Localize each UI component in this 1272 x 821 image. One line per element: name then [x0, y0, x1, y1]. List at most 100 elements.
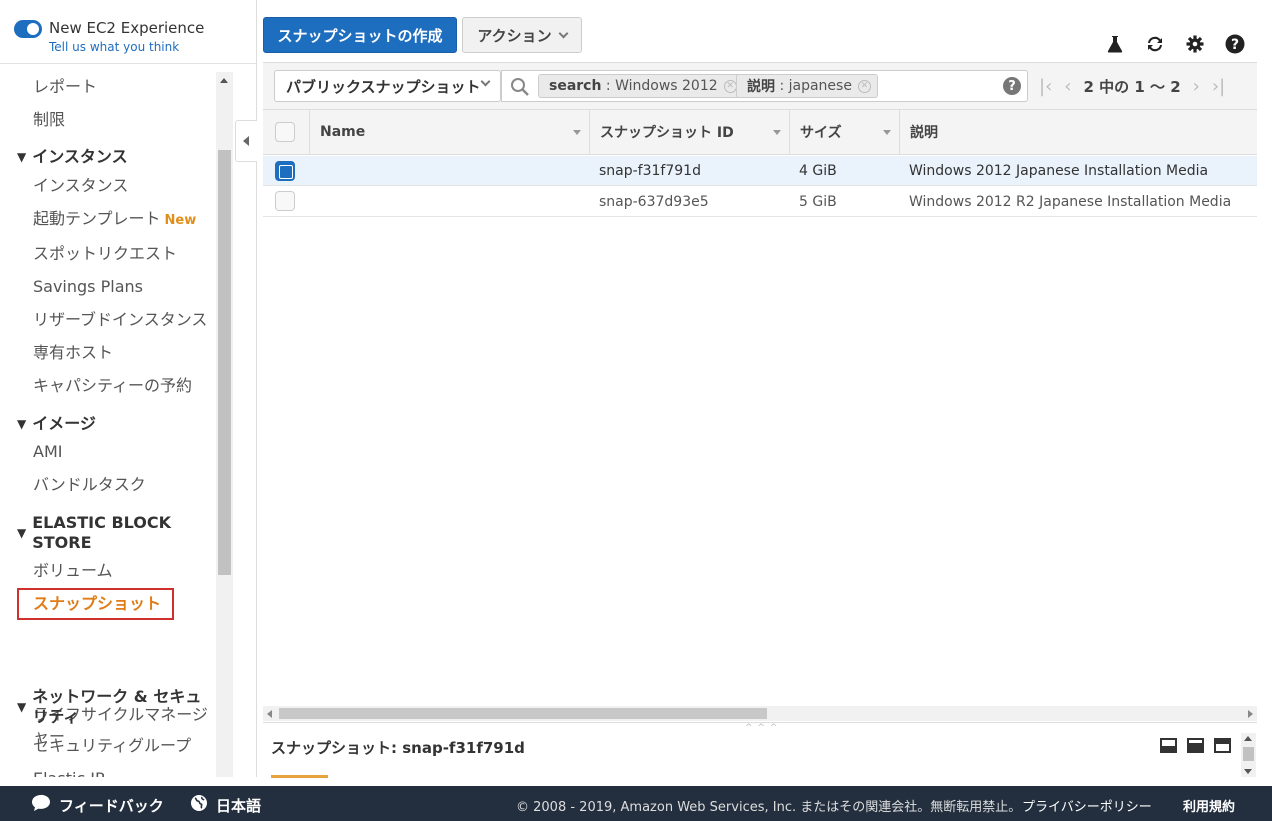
caret-down-icon: ▼ — [17, 700, 27, 714]
feedback-button[interactable]: フィードバック — [31, 794, 164, 816]
column-label: サイズ — [800, 125, 842, 141]
table-horizontal-scrollbar[interactable] — [263, 706, 1257, 721]
sidebar-item-label: 起動テンプレート — [33, 209, 161, 228]
scroll-down-icon[interactable] — [1244, 769, 1252, 774]
actions-label: アクション — [477, 26, 552, 45]
caret-down-icon: ▼ — [17, 526, 27, 540]
sidebar-item-launch-templates[interactable]: 起動テンプレート New — [33, 208, 196, 232]
feedback-label: フィードバック — [59, 796, 164, 815]
search-input[interactable]: search : Windows 2012 ✕ 説明 : japanese ✕ ? — [501, 70, 1028, 102]
sidebar-section-ebs[interactable]: ▼ ELASTIC BLOCK STORE — [17, 513, 202, 553]
column-header-snapshot-id[interactable]: スナップショット ID — [589, 110, 789, 154]
actions-dropdown-button[interactable]: アクション — [462, 17, 582, 53]
column-header-description[interactable]: 説明 — [899, 110, 1257, 154]
table-row[interactable]: snap-637d93e5 5 GiB Windows 2012 R2 Japa… — [263, 187, 1257, 217]
filter-bar: パブリックスナップショット search : Windows 2012 ✕ 説明 … — [263, 63, 1257, 109]
last-page-icon[interactable]: ›| — [1212, 76, 1225, 97]
new-experience-toggle[interactable] — [14, 20, 42, 38]
section-label: ELASTIC BLOCK STORE — [32, 513, 172, 552]
gear-icon[interactable] — [1184, 33, 1206, 55]
detail-vertical-scrollbar[interactable] — [1241, 733, 1256, 777]
token-value: Windows 2012 — [615, 78, 718, 94]
search-help-icon[interactable]: ? — [1003, 77, 1021, 95]
column-header-size[interactable]: サイズ — [789, 110, 899, 154]
flask-icon[interactable] — [1104, 33, 1126, 55]
sidebar-section-instances[interactable]: ▼ インスタンス — [17, 147, 128, 167]
language-selector[interactable]: 日本語 — [190, 794, 261, 816]
sidebar-item-reserved-instances[interactable]: リザーブドインスタンス — [33, 309, 207, 331]
first-page-icon[interactable]: |‹ — [1039, 76, 1052, 97]
globe-icon — [190, 794, 208, 816]
cell-size: 5 GiB — [799, 194, 837, 210]
feedback-link[interactable]: Tell us what you think — [49, 40, 204, 54]
sort-caret-icon — [883, 130, 891, 135]
scroll-right-icon[interactable] — [1248, 710, 1253, 718]
privacy-policy-link[interactable]: プライバシーポリシー — [1022, 796, 1152, 815]
layout-full-icon[interactable] — [1214, 738, 1231, 753]
horizontal-scroll-thumb[interactable] — [279, 708, 767, 719]
panel-layout-controls — [1160, 738, 1231, 753]
next-page-icon[interactable]: › — [1193, 76, 1200, 97]
collapse-sidebar-button[interactable] — [235, 120, 257, 162]
column-label: Name — [320, 124, 366, 140]
detail-title: スナップショット: snap-f31f791d — [271, 739, 525, 757]
sidebar: New EC2 Experience Tell us what you thin… — [0, 0, 257, 777]
sidebar-item-spot-requests[interactable]: スポットリクエスト — [33, 243, 177, 265]
new-badge: New — [164, 213, 197, 228]
column-label: スナップショット ID — [600, 125, 734, 141]
scroll-up-icon[interactable] — [1244, 736, 1252, 741]
sidebar-item-savings-plans[interactable]: Savings Plans — [33, 276, 143, 298]
sidebar-item-instances[interactable]: インスタンス — [33, 175, 128, 197]
sidebar-item-reports[interactable]: レポート — [33, 76, 97, 98]
sidebar-item-limits[interactable]: 制限 — [33, 109, 65, 131]
scroll-left-icon[interactable] — [267, 710, 272, 718]
vertical-scroll-thumb[interactable] — [1243, 747, 1254, 761]
copyright-text: © 2008 - 2019, Amazon Web Services, Inc.… — [516, 800, 1022, 815]
remove-token-icon[interactable]: ✕ — [723, 79, 737, 93]
sidebar-item-capacity-reservations[interactable]: キャパシティーの予約 — [33, 375, 192, 397]
sidebar-item-bundle-tasks[interactable]: バンドルタスク — [33, 474, 146, 496]
sidebar-divider — [0, 63, 256, 64]
detail-active-tab-indicator[interactable] — [271, 775, 328, 778]
table-row[interactable]: snap-f31f791d 4 GiB Windows 2012 Japanes… — [263, 156, 1257, 186]
table-header: Name スナップショット ID サイズ 説明 — [263, 109, 1257, 155]
snapshot-scope-select[interactable]: パブリックスナップショット — [274, 70, 501, 102]
sidebar-item-snapshots[interactable]: スナップショット — [33, 593, 161, 615]
refresh-icon[interactable] — [1144, 33, 1166, 55]
filter-token-search[interactable]: search : Windows 2012 ✕ — [538, 74, 744, 98]
section-label: イメージ — [32, 414, 96, 433]
sidebar-item-volumes[interactable]: ボリューム — [33, 560, 113, 582]
help-icon[interactable]: ? — [1224, 33, 1246, 55]
select-all-checkbox[interactable] — [275, 122, 295, 142]
column-header-name[interactable]: Name — [309, 110, 589, 154]
detail-panel: スナップショット: snap-f31f791d — [263, 722, 1257, 778]
create-snapshot-button[interactable]: スナップショットの作成 — [263, 17, 457, 53]
sidebar-item-elastic-ip[interactable]: Elastic IP — [33, 768, 105, 777]
row-checkbox[interactable] — [275, 161, 295, 181]
sidebar-item-security-groups[interactable]: セキュリティグループ — [33, 735, 191, 757]
remove-token-icon[interactable]: ✕ — [857, 79, 871, 93]
layout-bottom-half-icon[interactable] — [1187, 738, 1204, 753]
sidebar-section-network-security[interactable]: ▼ ネットワーク & セキュリティ — [17, 687, 202, 727]
chevron-down-icon — [558, 28, 569, 38]
sidebar-scroll-thumb[interactable] — [218, 150, 231, 575]
sidebar-item-ami[interactable]: AMI — [33, 441, 62, 463]
sidebar-item-dedicated-hosts[interactable]: 専有ホスト — [33, 342, 113, 364]
chevron-down-icon — [480, 76, 491, 87]
footer: フィードバック 日本語 © 2008 - 2019, Amazon Web Se… — [0, 786, 1272, 821]
ec2-console: New EC2 Experience Tell us what you thin… — [0, 0, 1272, 821]
sort-caret-icon — [573, 130, 581, 135]
scroll-up-icon[interactable] — [220, 78, 228, 83]
cell-snapshot-id: snap-f31f791d — [599, 163, 701, 179]
speech-bubble-icon — [31, 794, 51, 816]
row-checkbox[interactable] — [275, 191, 295, 211]
layout-bottom-small-icon[interactable] — [1160, 738, 1177, 753]
scope-label: パブリックスナップショット — [286, 77, 481, 96]
cell-description: Windows 2012 R2 Japanese Installation Me… — [909, 194, 1232, 210]
prev-page-icon[interactable]: ‹ — [1064, 76, 1071, 97]
sidebar-scrollbar[interactable] — [216, 72, 233, 777]
sidebar-section-images[interactable]: ▼ イメージ — [17, 414, 96, 434]
toolbar-icons: ? — [1104, 33, 1246, 55]
filter-token-description[interactable]: 説明 : japanese ✕ — [736, 74, 878, 98]
terms-link[interactable]: 利用規約 — [1183, 796, 1235, 815]
